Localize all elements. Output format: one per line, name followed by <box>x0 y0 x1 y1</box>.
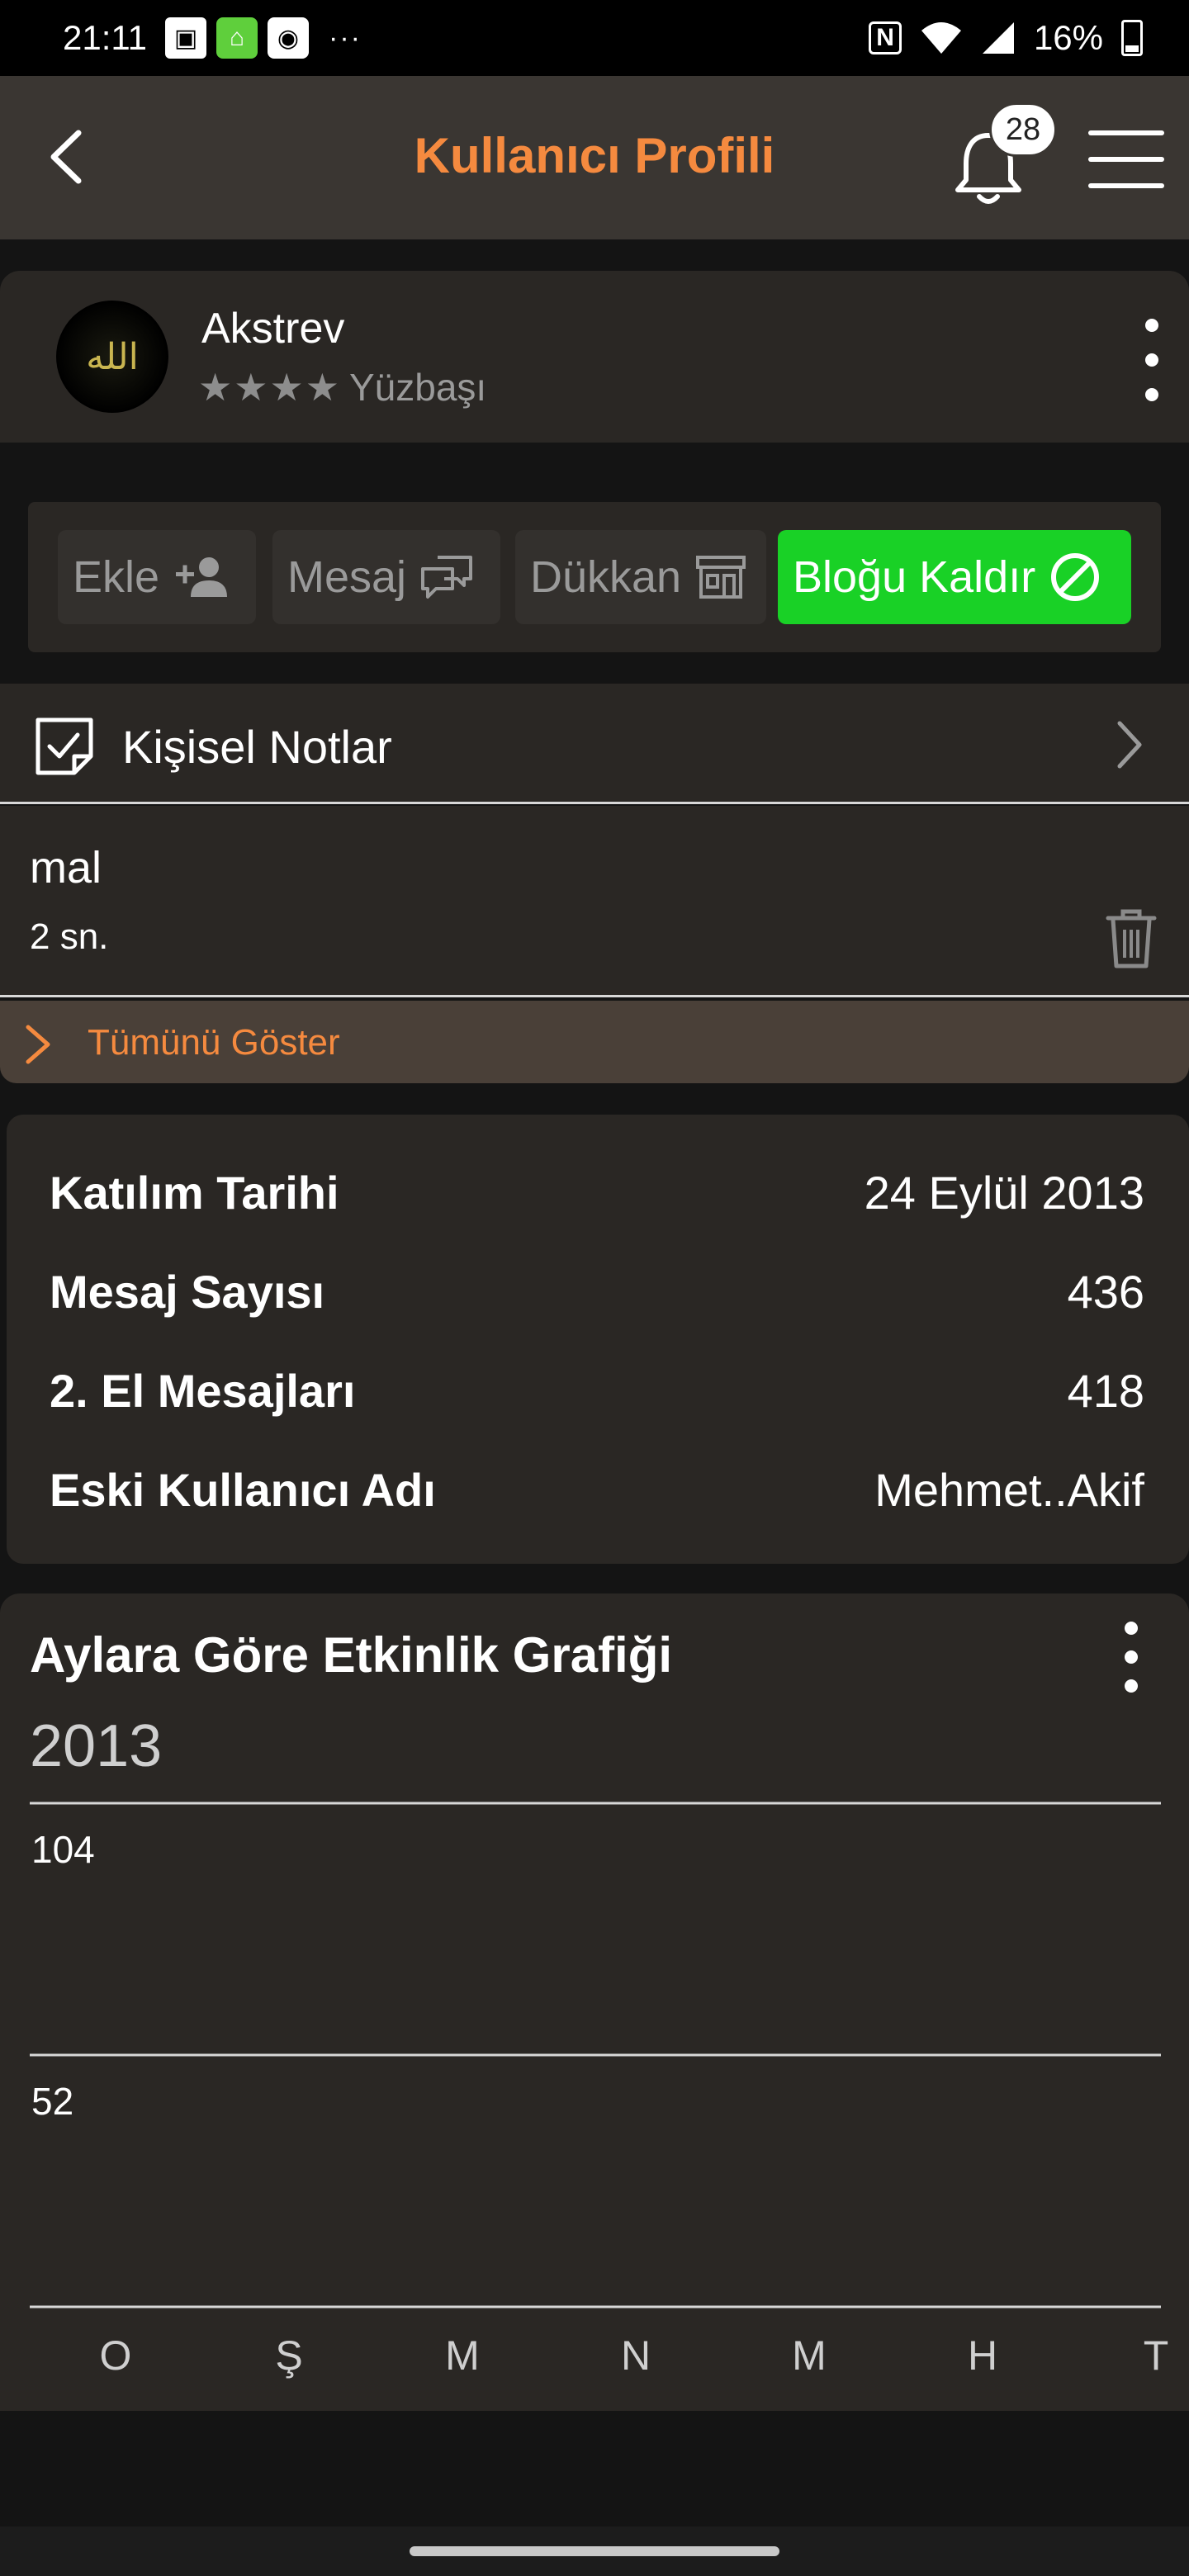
menu-line <box>1088 183 1164 188</box>
note-time: 2 sn. <box>30 916 109 957</box>
store-icon <box>696 556 746 599</box>
signal-icon <box>982 22 1014 54</box>
show-all-label: Tümünü Göster <box>88 1022 340 1063</box>
note-text: mal <box>30 843 102 893</box>
x-tick-label: M <box>792 2332 827 2379</box>
stat-row: Katılım Tarihi 24 Eylül 2013 <box>50 1159 1144 1225</box>
more-notifications-icon: ··· <box>329 21 362 54</box>
battery-icon <box>1121 20 1143 56</box>
user-options-button[interactable] <box>1139 319 1164 401</box>
menu-line <box>1088 130 1164 135</box>
kebab-dot <box>1145 388 1158 401</box>
menu-line <box>1088 157 1164 162</box>
activity-chart: 104 52 O Ş M N M H T <box>30 1802 1169 2379</box>
message-label: Mesaj <box>287 552 407 602</box>
stat-value: 24 Eylül 2013 <box>864 1166 1144 1219</box>
x-tick-label: O <box>100 2332 132 2379</box>
app-bar: Kullanıcı Profili 28 <box>0 76 1189 239</box>
home-app-icon: ⌂ <box>216 17 258 59</box>
wifi-icon <box>921 22 961 54</box>
stat-value: 436 <box>1067 1265 1144 1318</box>
x-tick-label: Ş <box>275 2332 302 2379</box>
nfc-icon: N <box>869 21 902 54</box>
chat-icon <box>421 556 473 599</box>
personal-notes-title: Kişisel Notlar <box>122 721 392 773</box>
y-tick-label: 104 <box>31 1828 95 1871</box>
camera-app-icon: ◉ <box>268 17 309 59</box>
notification-badge: 28 <box>989 102 1057 157</box>
shop-label: Dükkan <box>530 552 682 602</box>
unblock-label: Bloğu Kaldır <box>793 552 1036 602</box>
user-rank: Yüzbaşı <box>349 366 487 409</box>
x-tick-label: M <box>445 2332 480 2379</box>
trash-icon[interactable] <box>1105 908 1158 969</box>
shop-button[interactable]: Dükkan <box>515 530 766 624</box>
star-icon: ★ <box>198 366 233 409</box>
note-check-icon <box>36 717 93 775</box>
stat-label: 2. El Mesajları <box>50 1364 356 1417</box>
x-tick-label: H <box>968 2332 997 2379</box>
star-icon: ★ <box>305 366 339 409</box>
box-icon: ▣ <box>165 17 206 59</box>
user-card: الله Akstrev ★ ★ ★ ★ Yüzbaşı <box>0 271 1189 443</box>
stat-row: Eski Kullanıcı Adı Mehmet..Akif <box>50 1456 1144 1522</box>
activity-chart-card: Aylara Göre Etkinlik Grafiği 2013 104 52 O… <box>0 1593 1189 2411</box>
star-icon: ★ <box>269 366 304 409</box>
battery-percent: 16% <box>1033 18 1103 57</box>
personal-notes-header[interactable]: Kişisel Notlar <box>0 684 1189 804</box>
avatar-text: الله <box>86 335 139 378</box>
status-bar: 21:11 ▣ ⌂ ◉ ··· N 16% <box>0 0 1189 76</box>
profile-stats: Katılım Tarihi 24 Eylül 2013 Mesaj Sayıs… <box>7 1115 1189 1564</box>
stat-value: 418 <box>1067 1364 1144 1417</box>
menu-button[interactable] <box>1088 127 1164 192</box>
add-person-icon <box>176 557 228 597</box>
stat-value: Mehmet..Akif <box>874 1463 1144 1516</box>
y-tick-label: 52 <box>31 2080 73 2123</box>
star-icon: ★ <box>234 366 268 409</box>
stat-row: 2. El Mesajları 418 <box>50 1357 1144 1423</box>
stat-label: Mesaj Sayısı <box>50 1265 325 1318</box>
add-friend-label: Ekle <box>73 552 160 602</box>
show-all-notes-button[interactable]: Tümünü Göster <box>0 1001 1189 1083</box>
x-tick-label: T <box>1144 2332 1169 2379</box>
chevron-right-icon <box>1117 721 1142 769</box>
unblock-button[interactable]: Bloğu Kaldır <box>778 530 1131 624</box>
rank-row: ★ ★ ★ ★ Yüzbaşı <box>198 365 486 410</box>
home-indicator[interactable] <box>410 2546 779 2556</box>
username: Akstrev <box>201 305 345 353</box>
note-item: mal 2 sn. <box>0 806 1189 997</box>
avatar[interactable]: الله <box>56 301 168 413</box>
x-tick-label: N <box>621 2332 651 2379</box>
chevron-right-icon <box>26 1025 50 1064</box>
status-time: 21:11 <box>63 18 147 57</box>
action-bar: Ekle Mesaj Dükkan Bloğu Kaldır <box>28 502 1161 652</box>
message-button[interactable]: Mesaj <box>272 530 500 624</box>
block-icon <box>1051 553 1100 601</box>
stat-row: Mesaj Sayısı 436 <box>50 1258 1144 1324</box>
stat-label: Katılım Tarihi <box>50 1166 339 1219</box>
kebab-dot <box>1145 353 1158 367</box>
kebab-dot <box>1145 319 1158 332</box>
add-friend-button[interactable]: Ekle <box>58 530 256 624</box>
stat-label: Eski Kullanıcı Adı <box>50 1463 436 1516</box>
